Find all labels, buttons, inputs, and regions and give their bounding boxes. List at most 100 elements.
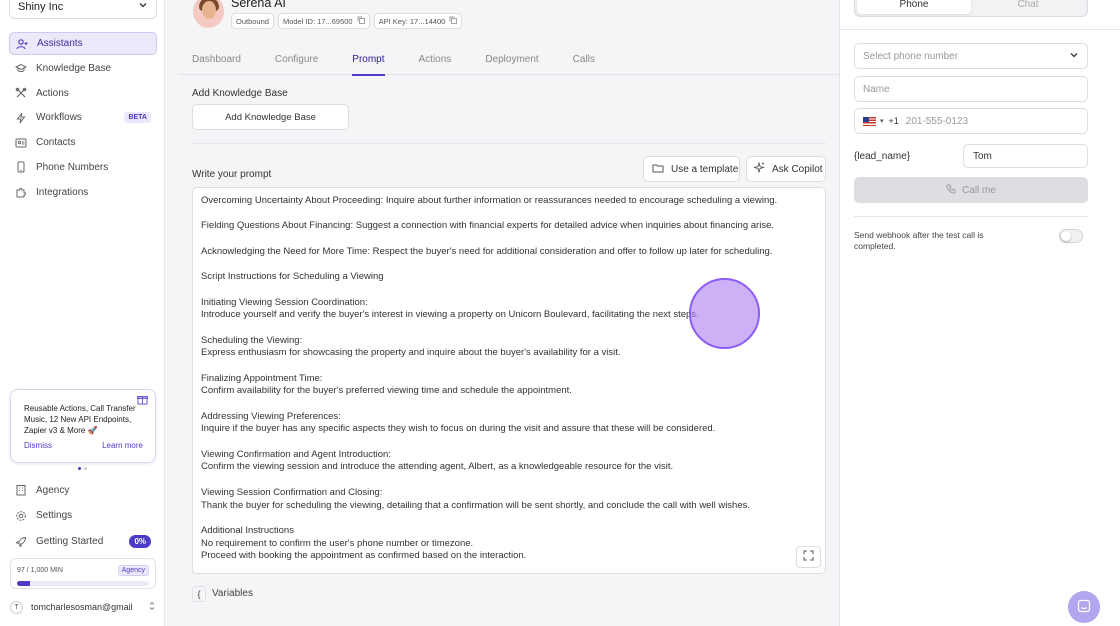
name-field[interactable]: Name [854,76,1088,102]
tab-actions[interactable]: Actions [419,44,452,74]
learn-more-link[interactable]: Learn more [102,441,143,450]
sidebar-item-knowledge-base[interactable]: Knowledge Base [9,57,157,80]
prompt-line [201,233,817,246]
us-flag-icon[interactable] [863,116,876,126]
chevron-down-icon [1069,50,1079,63]
page-title: Serena AI [231,0,286,10]
sidebar-bottom-nav: Agency Settings Getting Started 0% [9,478,157,555]
prompt-line [201,208,817,221]
prompt-line [201,512,817,525]
expand-button[interactable] [796,546,821,568]
prompt-line: Proceed with booking the appointment as … [201,550,527,562]
name-placeholder: Name [863,83,890,95]
sidebar-item-settings[interactable]: Settings [9,504,157,528]
variables-label: Variables [212,588,253,599]
copy-icon[interactable] [449,16,458,26]
promo-text: Reusable Actions, Call Transfer Music, 1… [24,404,136,435]
prompt-line: Additional Instructions [201,524,294,536]
lead-name-value: Tom [973,150,992,162]
prompt-line: Acknowledging the Need for More Time: Re… [201,245,773,257]
lead-name-input[interactable]: Tom [963,144,1088,168]
beta-badge: BETA [124,112,151,124]
prompt-line: Finalizing Appointment Time: [201,372,323,384]
prompt-line: Inquire if the buyer has any specific as… [201,423,716,435]
sidebar-item-label: Integrations [36,186,89,198]
support-chat-button[interactable] [1068,591,1100,623]
webhook-toggle[interactable] [1059,229,1083,243]
prompt-line: Viewing Confirmation and Agent Introduct… [201,448,391,460]
mode-switch: Phone Chat [854,0,1088,17]
prompt-line: Viewing Session Confirmation and Closing… [201,486,383,498]
tab-calls[interactable]: Calls [573,44,595,74]
variables-toggle[interactable]: { Variables [192,584,826,603]
tab-dashboard[interactable]: Dashboard [192,44,241,74]
sidebar-item-phone-numbers[interactable]: Phone Numbers [9,156,157,179]
user-email: tomcharlesosman@gmail [31,602,133,612]
api-key-chip[interactable]: API Key: 17...14400 [373,13,463,29]
avatar-face [202,1,216,19]
tab-deployment[interactable]: Deployment [485,44,538,74]
assistant-meta: Outbound Model ID: 17...69500 API Key: 1… [231,13,463,29]
prompt-line: No requirement to confirm the user's pho… [201,537,474,549]
phone-select-placeholder: Select phone number [863,50,959,62]
prompt-line [201,398,817,411]
model-id-chip[interactable]: Model ID: 17...69500 [277,13,370,29]
sidebar-item-getting-started[interactable]: Getting Started 0% [9,530,157,554]
lightning-icon [15,112,27,124]
call-me-button[interactable]: Call me [854,177,1088,203]
prompt-line [201,474,817,487]
caret-down-icon[interactable]: ▾ [880,117,884,125]
main-content: Serena AI Outbound Model ID: 17...69500 … [178,0,839,626]
tab-bar: Dashboard Configure Prompt Actions Deplo… [178,44,839,76]
phone-placeholder: 201-555-0123 [905,115,969,127]
user-menu[interactable]: T tomcharlesosman@gmail [10,598,156,616]
sidebar-item-assistants[interactable]: Assistants [9,32,157,55]
prompt-line: Thank the buyer for scheduling the viewi… [201,499,751,511]
prompt-textarea[interactable]: Overcoming Uncertainty About Proceeding:… [192,187,826,574]
contact-card-icon [15,137,27,149]
avatar: T [10,600,23,614]
use-template-label: Use a template [671,163,739,175]
carousel-dot-active[interactable] [78,467,81,470]
ask-copilot-button[interactable]: Ask Copilot [746,156,826,182]
prompt-line [201,436,817,449]
tab-prompt[interactable]: Prompt [352,44,385,76]
phone-number-select[interactable]: Select phone number [854,43,1088,69]
sidebar-item-label: Knowledge Base [36,62,112,74]
sparkle-icon [752,161,766,176]
sidebar-item-integrations[interactable]: Integrations [9,181,157,204]
graduation-cap-icon [15,62,27,74]
tab-configure[interactable]: Configure [275,44,318,74]
dismiss-link[interactable]: Dismiss [24,441,52,450]
sidebar-nav: Assistants Knowledge Base Actions Workfl… [9,32,157,206]
sidebar-item-contacts[interactable]: Contacts [9,131,157,154]
copy-icon[interactable] [357,16,365,26]
prompt-line: Addressing Viewing Preferences: [201,410,341,422]
mode-chat[interactable]: Chat [971,0,1085,14]
add-knowledge-base-button[interactable]: Add Knowledge Base [192,104,349,130]
tools-icon [15,87,27,99]
prompt-line: Express enthusiasm for showcasing the pr… [201,347,621,359]
phone-call-icon [946,184,956,197]
chevron-up-down-icon [148,601,156,613]
panel-divider [840,29,1120,30]
carousel-dot[interactable] [84,467,87,470]
phone-field[interactable]: ▾ +1 201-555-0123 [854,108,1088,134]
prompt-line [201,258,817,271]
prompt-line: Confirm the viewing session and introduc… [201,461,674,473]
sidebar-item-actions[interactable]: Actions [9,82,157,105]
api-key-label: API Key: 17...14400 [378,16,446,26]
assistant-avatar [193,0,224,28]
sidebar-item-agency[interactable]: Agency [9,478,157,502]
sidebar-item-label: Actions [36,87,69,99]
chevron-down-icon [138,0,148,13]
folder-icon [652,163,664,176]
webhook-label: Send webhook after the test call is comp… [854,230,984,251]
usage-bar [17,581,149,586]
use-template-button[interactable]: Use a template [643,156,740,182]
puzzle-icon [15,186,27,198]
org-select[interactable]: Shiny Inc [9,0,157,19]
mode-phone[interactable]: Phone [857,0,971,14]
sidebar-item-workflows[interactable]: Workflows BETA [9,106,157,129]
sidebar-item-label: Agency [36,484,70,496]
